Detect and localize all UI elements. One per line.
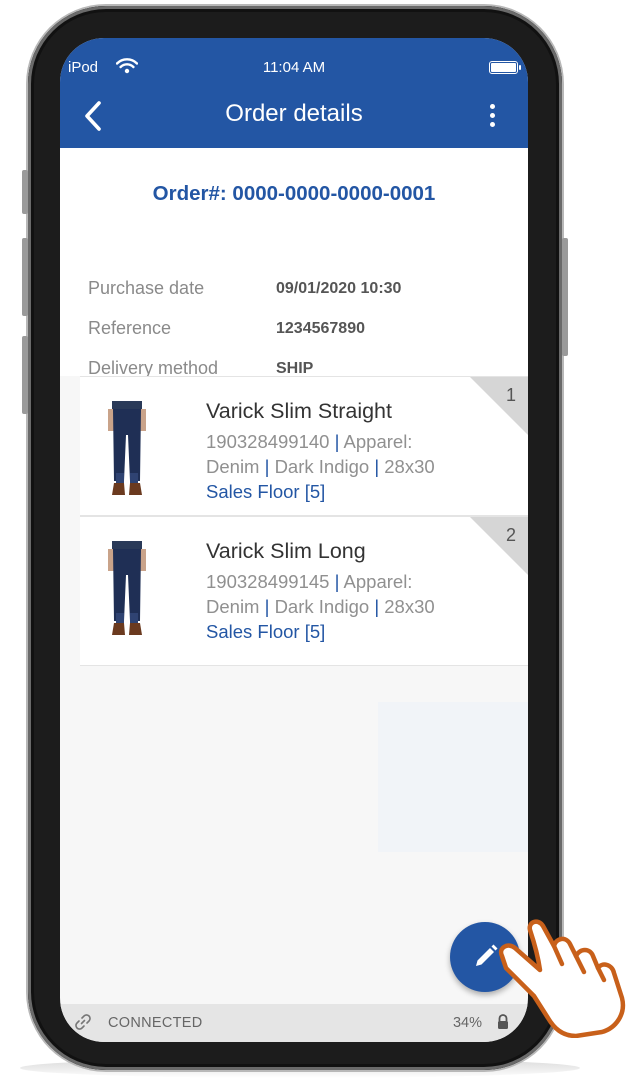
status-bar: iPod 11:04 AM <box>60 38 528 76</box>
item-name: Varick Slim Long <box>206 539 366 563</box>
item-location[interactable]: Sales Floor [5] <box>206 481 325 503</box>
more-options-button[interactable] <box>484 102 500 130</box>
item-location[interactable]: Sales Floor [5] <box>206 621 325 643</box>
device-battery-level: 34% <box>452 1015 482 1031</box>
order-items-list: Varick Slim Straight 190328499140 | Appa… <box>80 376 528 666</box>
item-sku: 190328499140 <box>206 431 330 452</box>
connection-status: CONNECTED <box>108 1015 203 1031</box>
order-summary: Order#: 0000-0000-0000-0001 Purchase dat… <box>60 148 528 378</box>
item-color: Dark Indigo <box>274 456 370 477</box>
battery-icon <box>489 61 521 74</box>
page-title: Order details <box>225 100 363 127</box>
purchase-date-value: 09/01/2020 10:30 <box>276 280 402 297</box>
item-index: 2 <box>505 525 516 545</box>
jeans-product-image <box>108 401 146 495</box>
order-item-card[interactable]: Varick Slim Straight 190328499140 | Appa… <box>80 376 528 516</box>
power-button <box>562 238 568 356</box>
jeans-product-image <box>108 541 146 635</box>
item-sku-line: 190328499145 | Apparel: <box>206 571 413 592</box>
item-sku: 190328499145 <box>206 571 330 592</box>
purchase-date-label: Purchase date <box>88 278 205 298</box>
app-header: iPod 11:04 AM Order details <box>60 38 528 148</box>
item-category: Apparel: <box>343 431 413 452</box>
item-fabric: Denim <box>206 456 260 477</box>
status-time: 11:04 AM <box>262 59 326 76</box>
tap-hand-icon <box>498 919 626 1038</box>
item-attributes-line: Denim | Dark Indigo | 28x30 <box>206 596 435 617</box>
connection-status-bar: CONNECTED 34% <box>60 1004 528 1042</box>
order-number: Order#: 0000-0000-0000-0001 <box>152 182 436 205</box>
item-index-badge <box>470 377 528 435</box>
item-category: Apparel: <box>343 571 413 592</box>
more-vertical-icon <box>490 104 495 109</box>
app-screen: iPod 11:04 AM Order details Order#: 0000… <box>60 38 528 1042</box>
item-attributes-line: Denim | Dark Indigo | 28x30 <box>206 456 435 477</box>
item-index: 1 <box>505 385 516 405</box>
item-size: 28x30 <box>384 456 435 477</box>
reference-label: Reference <box>88 318 172 338</box>
item-fabric: Denim <box>206 596 260 617</box>
mute-switch <box>22 170 28 214</box>
item-index-badge <box>470 517 528 575</box>
item-sku-line: 190328499140 | Apparel: <box>206 431 413 452</box>
volume-down-button <box>22 336 28 414</box>
order-item-card[interactable]: Varick Slim Long 190328499145 | Apparel:… <box>80 516 528 666</box>
item-color: Dark Indigo <box>274 596 370 617</box>
item-size: 28x30 <box>384 596 435 617</box>
background-panel <box>378 702 528 852</box>
link-icon <box>75 1014 91 1030</box>
volume-up-button <box>22 238 28 316</box>
item-name: Varick Slim Straight <box>206 399 392 423</box>
reference-value: 1234567890 <box>276 320 365 337</box>
